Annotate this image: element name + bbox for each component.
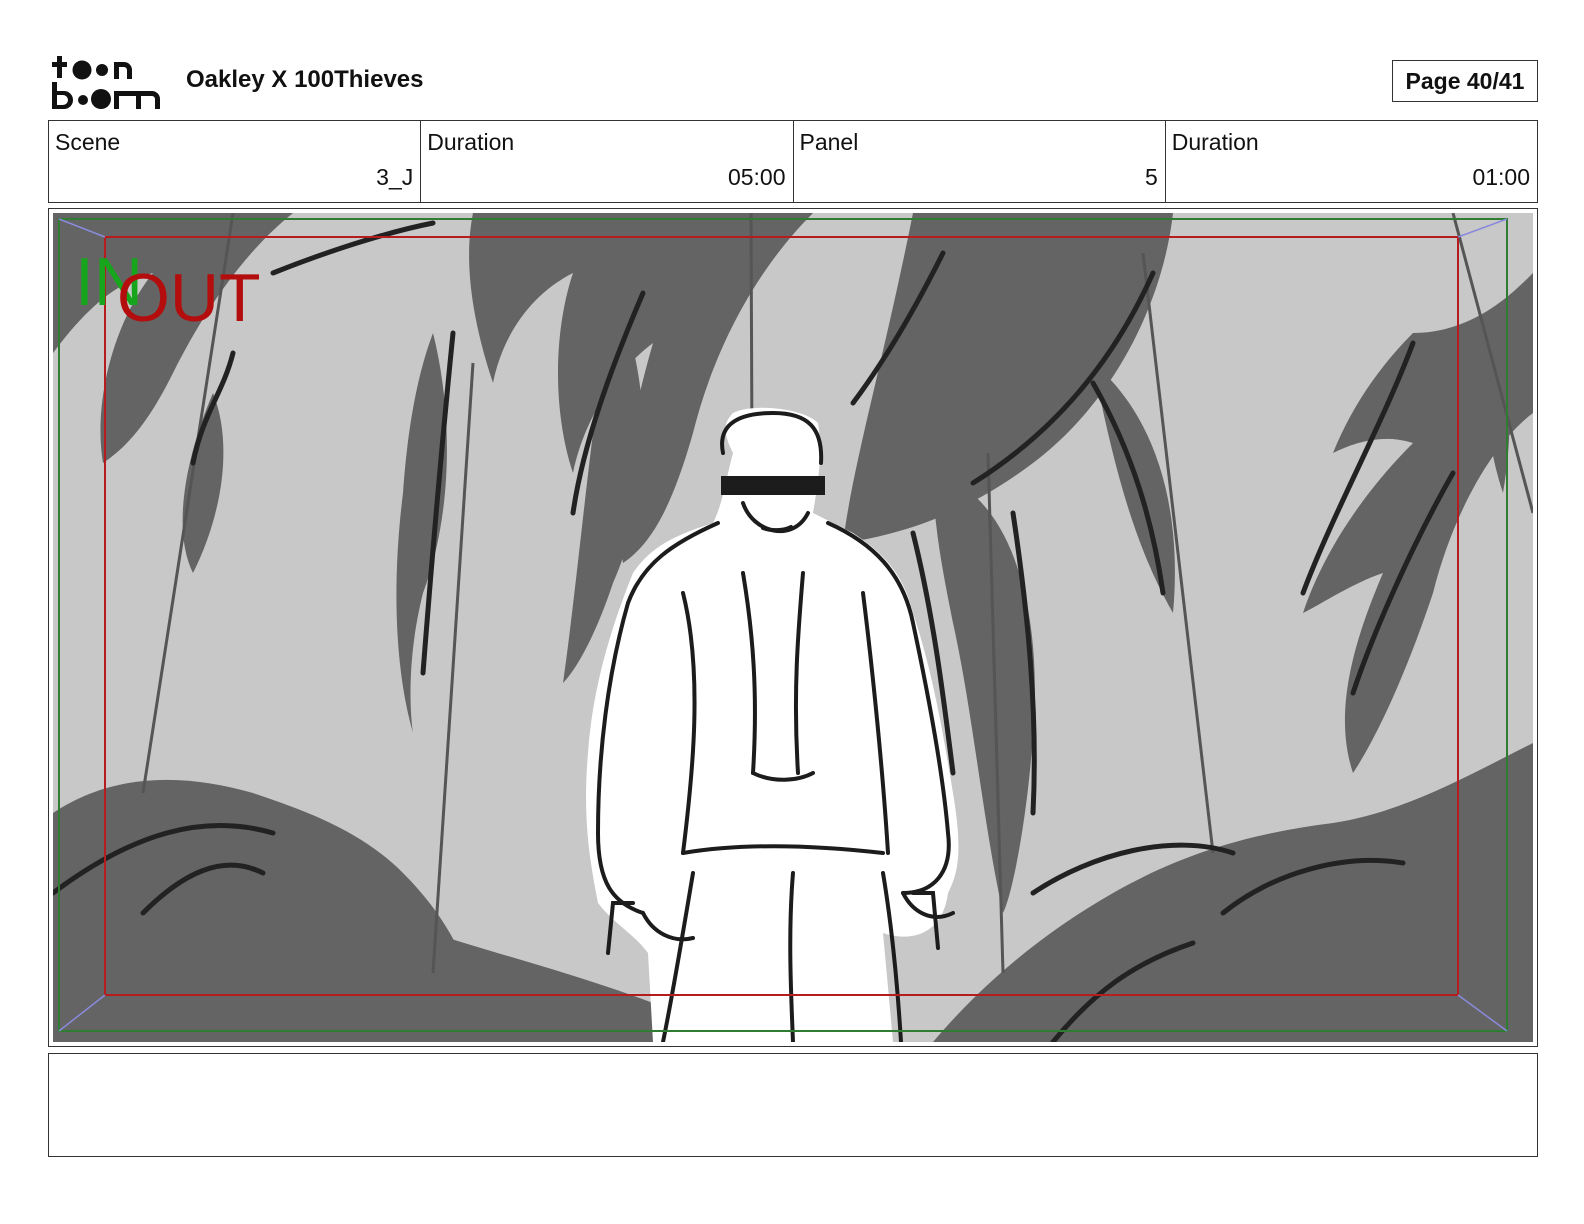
panel-label: Panel xyxy=(799,129,859,155)
scene-duration-value: 05:00 xyxy=(727,164,786,190)
scene-duration-cell: Duration 05:00 xyxy=(421,121,794,202)
panel-sketch: IN OUT xyxy=(53,213,1533,1042)
storyboard-panel: IN OUT xyxy=(48,208,1538,1047)
scene-label: Scene xyxy=(55,129,121,155)
scene-value: 3_J xyxy=(376,164,414,190)
scene-duration-label: Duration xyxy=(427,129,515,155)
panel-duration-cell: Duration 01:00 xyxy=(1166,121,1537,202)
panel-duration-value: 01:00 xyxy=(1472,164,1530,190)
out-marker: OUT xyxy=(117,260,261,336)
panel-info-table: Scene 3_J Duration 05:00 Panel 5 Duratio… xyxy=(48,120,1538,203)
notes-box xyxy=(48,1053,1538,1157)
page-number: Page 40/41 xyxy=(1392,60,1538,102)
scene-cell: Scene 3_J xyxy=(49,121,422,202)
panel-cell: Panel 5 xyxy=(794,121,1166,202)
panel-value: 5 xyxy=(1144,164,1158,190)
project-title: Oakley X 100Thieves xyxy=(186,66,424,93)
panel-duration-label: Duration xyxy=(1171,129,1259,155)
toonboom-logo xyxy=(52,56,160,109)
